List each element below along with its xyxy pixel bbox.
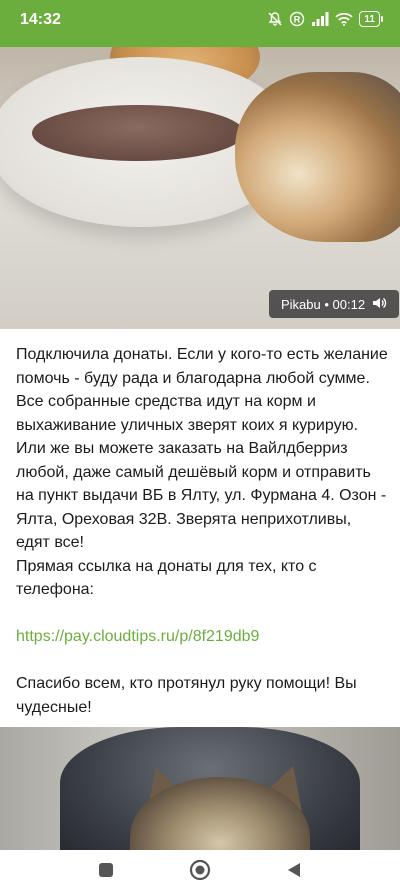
video-info-overlay[interactable]: Pikabu • 00:12 xyxy=(269,290,400,318)
cat-image xyxy=(235,72,400,242)
status-bar: 14:32 R 11 xyxy=(0,0,400,47)
recents-square-icon[interactable] xyxy=(94,858,118,882)
svg-text:R: R xyxy=(294,15,301,25)
donation-paragraph: Подключила донаты. Если у кого-то есть ж… xyxy=(16,346,388,551)
direct-link-text: Прямая ссылка на донаты для тех, кто с т… xyxy=(16,557,317,599)
status-icons: R 11 xyxy=(267,11,383,27)
thanks-text: Спасибо всем, кто протянул руку помощи! … xyxy=(16,675,357,716)
video-player[interactable]: Pikabu • 00:12 xyxy=(0,47,400,329)
cat-food-image xyxy=(32,105,244,161)
registered-icon: R xyxy=(289,11,305,27)
cat-photo[interactable] xyxy=(0,727,400,850)
donation-link[interactable]: https://pay.cloudtips.ru/p/8f219db9 xyxy=(16,628,259,645)
wifi-icon xyxy=(335,12,354,26)
status-time: 14:32 xyxy=(20,11,61,28)
home-circle-icon[interactable] xyxy=(188,858,212,882)
mute-bell-icon xyxy=(267,11,283,27)
system-nav-bar xyxy=(0,850,400,889)
battery-icon: 11 xyxy=(359,11,383,27)
volume-icon[interactable] xyxy=(371,295,387,314)
signal-icon xyxy=(311,12,329,26)
video-source-label: Pikabu • 00:12 xyxy=(281,296,366,312)
post-body: Подключила донаты. Если у кого-то есть ж… xyxy=(16,343,388,719)
back-triangle-icon[interactable] xyxy=(282,858,306,882)
